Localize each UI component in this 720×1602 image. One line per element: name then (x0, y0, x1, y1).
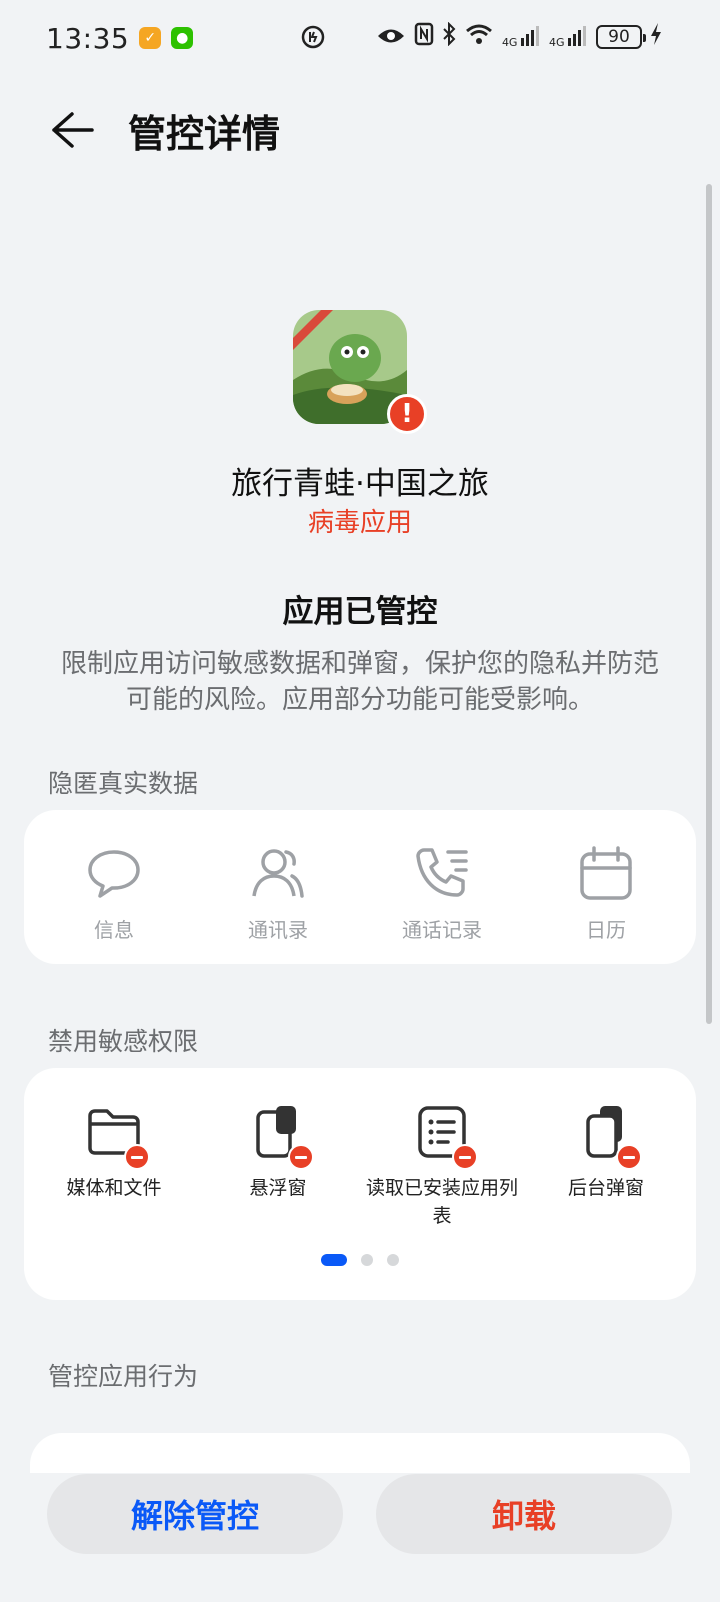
wechat-icon: ● (171, 27, 194, 49)
page-title: 管控详情 (128, 111, 281, 156)
grid-item-label: 日历 (586, 918, 626, 942)
status-bar: 13:35 ✓ ● 4G 4G 90 (0, 0, 720, 76)
folder-icon (84, 1102, 150, 1170)
message-icon (84, 844, 144, 904)
nfc-icon (414, 20, 434, 53)
grid-item-label: 媒体和文件 (66, 1177, 162, 1199)
disabled-badge-icon (452, 1144, 478, 1170)
notification-app-icon: ✓ (139, 27, 162, 49)
data-saver-icon (300, 24, 326, 57)
network-type-2: 4G (548, 36, 565, 49)
disabled-badge-icon (288, 1144, 314, 1170)
uninstall-button[interactable]: 卸载 (376, 1474, 672, 1554)
back-button[interactable] (32, 90, 112, 170)
permissions-card[interactable]: 媒体和文件 悬浮窗 读取已安装应用列表 后台弹窗 (24, 1068, 696, 1300)
top-app-bar: 管控详情 (0, 90, 720, 170)
risk-tag: 病毒应用 (307, 508, 412, 538)
charging-icon (650, 20, 662, 53)
arrow-left-icon (52, 112, 94, 148)
battery-level: 90 (608, 26, 630, 47)
page-dot[interactable] (361, 1254, 373, 1266)
section-title-hide-data: 隐匿真实数据 (48, 769, 199, 798)
permission-item-background-popup[interactable]: 后台弹窗 (524, 1102, 688, 1230)
permission-item-floating-window[interactable]: 悬浮窗 (196, 1102, 360, 1230)
hide-data-item-calendar[interactable]: 日历 (524, 844, 688, 944)
floating-window-icon (248, 1102, 314, 1170)
disabled-badge-icon (124, 1144, 150, 1170)
app-icon-container: ! (293, 310, 427, 444)
behavior-card (30, 1433, 690, 1473)
permission-item-app-list[interactable]: 读取已安装应用列表 (360, 1102, 524, 1230)
app-list-icon (412, 1102, 478, 1170)
battery-indicator: 90 (596, 24, 646, 49)
page-dot-active[interactable] (321, 1254, 347, 1266)
call-log-icon (412, 844, 472, 904)
release-control-button[interactable]: 解除管控 (47, 1474, 343, 1554)
background-popup-icon (576, 1102, 642, 1170)
alert-icon: ! (387, 394, 427, 434)
cell-signal-2: 4G (549, 24, 588, 49)
permission-item-media-files[interactable]: 媒体和文件 (32, 1102, 196, 1230)
section-title-permissions: 禁用敏感权限 (48, 1027, 199, 1056)
page-indicator[interactable] (24, 1254, 696, 1266)
app-name: 旅行青蛙·中国之旅 (231, 466, 489, 502)
grid-item-label: 悬浮窗 (249, 1177, 307, 1199)
bluetooth-icon (442, 20, 456, 53)
calendar-icon (576, 844, 636, 904)
grid-item-label: 读取已安装应用列表 (365, 1177, 518, 1227)
page-dot[interactable] (387, 1254, 399, 1266)
status-time: 13:35 (46, 21, 130, 55)
control-status-heading: 应用已管控 (282, 594, 438, 630)
disabled-badge-icon (616, 1144, 642, 1170)
grid-item-label: 后台弹窗 (567, 1177, 644, 1199)
section-title-behavior: 管控应用行为 (48, 1362, 199, 1391)
contacts-icon (248, 844, 308, 904)
grid-item-label: 信息 (94, 918, 134, 942)
eye-icon (376, 20, 406, 53)
grid-item-label: 通话记录 (402, 918, 482, 942)
grid-item-label: 通讯录 (248, 918, 308, 942)
hide-data-item-call-log[interactable]: 通话记录 (360, 844, 524, 944)
hide-data-card: 信息 通讯录 通话记录 日历 (24, 810, 696, 964)
control-status-description: 限制应用访问敏感数据和弹窗，保护您的隐私并防范可能的风险。应用部分功能可能受影响… (60, 649, 659, 715)
hide-data-item-contacts[interactable]: 通讯录 (196, 844, 360, 944)
hide-data-item-messages[interactable]: 信息 (32, 844, 196, 944)
wifi-icon (464, 20, 494, 53)
cell-signal-1: 4G (502, 24, 541, 49)
network-type-1: 4G (501, 36, 518, 49)
